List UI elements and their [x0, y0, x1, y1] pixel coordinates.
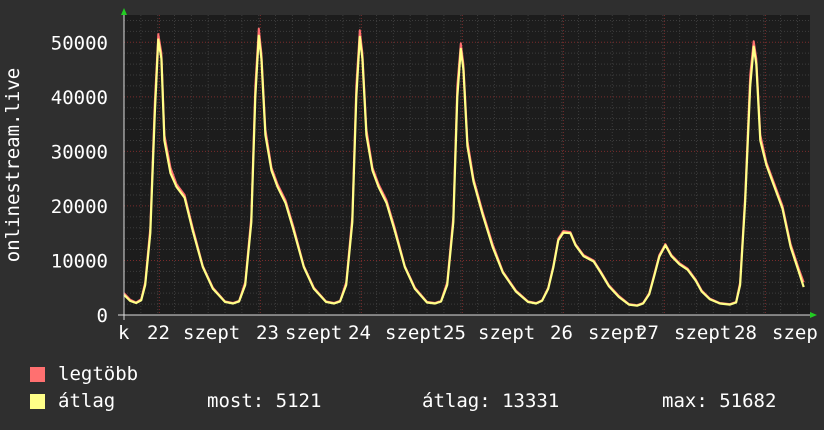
- y-tick-label: 30000: [51, 141, 108, 163]
- x-tick-label: 26: [550, 322, 573, 344]
- stat-average: átlag: 13331: [422, 390, 560, 412]
- plot-background: [124, 15, 810, 315]
- x-tick-label: szept: [285, 322, 342, 344]
- traffic-chart: 0 10000 20000 30000 40000 50000 k 22 szept 23 sze…: [2, 8, 818, 344]
- legend-label-max: legtöbb: [58, 363, 139, 385]
- x-tick-label: szep: [772, 322, 818, 344]
- x-tick-label: 22: [147, 322, 170, 344]
- x-tick-label: 28: [734, 322, 757, 344]
- legend-swatch-avg: [30, 393, 45, 409]
- x-tick-label: 24: [348, 322, 371, 344]
- y-axis-label: onlinestream.live: [2, 68, 24, 262]
- y-tick-label: 40000: [51, 87, 108, 109]
- y-tick-label: 0: [97, 305, 108, 327]
- y-tick-label: 10000: [51, 250, 108, 272]
- x-tick-label: 23: [256, 322, 279, 344]
- x-tick-label: 25: [443, 322, 466, 344]
- x-tick-label: szept: [385, 322, 442, 344]
- y-axis-arrow: [121, 8, 127, 15]
- x-axis-arrow: [810, 312, 817, 318]
- stat-now: most: 5121: [207, 390, 322, 412]
- legend-item-max: legtöbb: [30, 362, 138, 386]
- y-tick-labels: 0 10000 20000 30000 40000 50000: [51, 32, 108, 327]
- x-tick-label: 27: [636, 322, 659, 344]
- legend-swatch-max: [30, 366, 45, 382]
- x-tick-labels: k 22 szept 23 szept 24 szept 25 szept 26 szept27 sz…: [118, 322, 818, 344]
- y-tick-label: 20000: [51, 196, 108, 218]
- x-tick-label: szept: [674, 322, 731, 344]
- legend: legtöbb átlag most: 5121 átlag: 13331 ma…: [0, 360, 824, 430]
- legend-item-avg: átlag: [30, 389, 115, 413]
- x-tick-label: szept: [183, 322, 240, 344]
- legend-label-avg: átlag: [58, 390, 116, 412]
- y-tick-label: 50000: [51, 32, 108, 54]
- stat-max: max: 51682: [662, 390, 777, 412]
- x-tick-label: szept: [478, 322, 535, 344]
- x-tick-label: k: [118, 322, 130, 344]
